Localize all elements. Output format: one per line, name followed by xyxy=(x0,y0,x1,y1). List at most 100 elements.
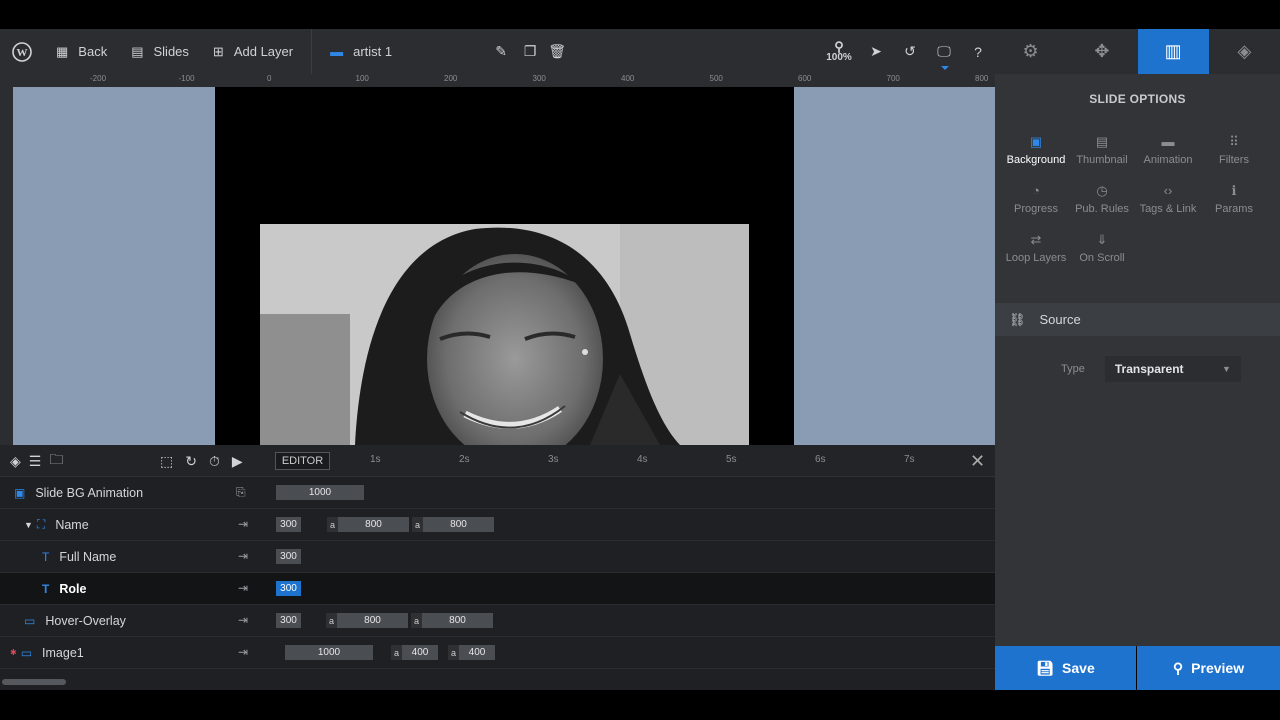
slide-option-thumbnail[interactable]: ▤ Thumbnail xyxy=(1069,134,1135,175)
slide-option-filters[interactable]: ⠿ Filters xyxy=(1201,134,1267,175)
timeline-bar[interactable]: 300 xyxy=(276,613,301,628)
editor-button[interactable]: EDITOR xyxy=(275,452,330,470)
desktop-icon[interactable]: 🖵︎ xyxy=(927,29,961,74)
timeline-scrollbar[interactable] xyxy=(0,677,995,690)
chevron-down-icon: ▼ xyxy=(1221,364,1231,374)
artist-photo[interactable] xyxy=(260,224,749,445)
slide-option-on-scroll[interactable]: ⇓ On Scroll xyxy=(1069,232,1135,273)
timeline-bar[interactable]: 1000 xyxy=(276,485,364,500)
save-button[interactable]: 💾︎ Save xyxy=(995,646,1136,690)
text-icon: T xyxy=(42,549,50,564)
ruler-tick-label: 800 xyxy=(975,74,989,83)
timeline-second-label: 2s xyxy=(459,454,470,465)
list-icon[interactable]: ☰ xyxy=(29,453,42,470)
timeline-row-role[interactable]: T Role ⇥ 300 xyxy=(0,573,995,605)
stopwatch-icon: ◔ xyxy=(1032,183,1040,198)
record-dot-icon: ✱ xyxy=(10,648,17,657)
slide-option-animation[interactable]: ▬ Animation xyxy=(1135,134,1201,175)
slide-selector[interactable]: ▬ artist 1 xyxy=(312,29,404,74)
timeline-bar[interactable]: 1000 xyxy=(285,645,373,660)
slides-button[interactable]: ▤ Slides xyxy=(119,29,201,74)
shape-icon: ▭ xyxy=(20,645,33,660)
wordpress-logo-button[interactable]: W xyxy=(0,29,44,74)
zoom-control[interactable]: ⚲ 100% xyxy=(819,29,859,74)
navigation-tab[interactable]: ✥ xyxy=(1066,29,1137,74)
add-layer-icon: ⊞ xyxy=(212,43,224,59)
scrollbar-thumb[interactable] xyxy=(2,679,66,685)
timeline-row-name[interactable]: ▼ ⛶ Name ⇥ 300 a 800 a 800 xyxy=(0,509,995,541)
slide-option-params[interactable]: ℹ Params xyxy=(1201,183,1267,224)
timeline-row-hover-overlay[interactable]: ▭ Hover-Overlay ⇥ 300 a 800 a 800 xyxy=(0,605,995,637)
timeline-row-full-name[interactable]: T Full Name ⇥ 300 xyxy=(0,541,995,573)
ruler-tick-label: 300 xyxy=(532,74,546,83)
slide-options-icon: ▥ xyxy=(1164,41,1182,61)
slide-options-tab[interactable]: ▥ xyxy=(1137,29,1209,74)
timer-icon[interactable]: ⏱︎ xyxy=(209,453,220,470)
slide-option-progress[interactable]: ◔ Progress xyxy=(1003,183,1069,224)
media-icon[interactable]: ⎘ xyxy=(236,485,246,500)
collapse-caret-icon[interactable]: ▼ xyxy=(24,520,33,530)
slide-option-background[interactable]: ▣ Background xyxy=(1003,134,1069,175)
ruler-tick-label: 200 xyxy=(444,74,458,83)
timeline-mid-controls: ⬚ ↻ ⏱︎ ▶ xyxy=(160,445,243,477)
add-layer-button[interactable]: ⊞ Add Layer xyxy=(201,29,305,74)
align-right-icon[interactable]: ⇥ xyxy=(238,645,248,659)
timeline-bar[interactable]: a 800 xyxy=(326,613,408,628)
help-icon[interactable]: ? xyxy=(961,29,995,74)
close-icon[interactable]: ✕ xyxy=(970,451,985,472)
wordpress-icon: W xyxy=(12,41,32,62)
play-icon[interactable]: ▶ xyxy=(232,453,243,470)
timeline-row-slide-bg[interactable]: ▣ Slide BG Animation ⎘ 1000 xyxy=(0,477,995,509)
undo-icon[interactable]: ↺ xyxy=(893,29,927,74)
ruler-tick-label: 0 xyxy=(267,74,272,83)
slide-options-panel: SLIDE OPTIONS ▣ Background ▤ Thumbnail ▬ Anim… xyxy=(995,74,1280,646)
timeline-bar[interactable]: a 800 xyxy=(327,517,409,532)
edit-icon[interactable]: ✎ xyxy=(484,29,518,74)
scroll-icon: ⇓ xyxy=(1096,232,1108,247)
layers-tab[interactable]: ◈ xyxy=(1209,29,1280,74)
duplicate-icon[interactable]: ❐ xyxy=(518,29,542,74)
type-select[interactable]: Transparent ▼ xyxy=(1104,356,1241,382)
timeline-bar[interactable]: a 800 xyxy=(411,613,493,628)
back-button[interactable]: ▦ Back xyxy=(44,29,119,74)
timeline-bar[interactable]: a 800 xyxy=(412,517,494,532)
slides-icon: ▤ xyxy=(131,43,144,59)
slide-option-loop-layers[interactable]: ⇄ Loop Layers xyxy=(1003,232,1069,273)
source-section-header[interactable]: ⛓︎ Source xyxy=(995,303,1280,336)
align-right-icon[interactable]: ⇥ xyxy=(238,581,248,595)
vertical-ruler xyxy=(0,87,13,445)
timeline-bar[interactable]: 300 xyxy=(276,581,301,596)
portrait-image xyxy=(260,224,749,445)
ruler-tick-label: 500 xyxy=(709,74,723,83)
timeline-bar[interactable]: 300 xyxy=(276,549,301,564)
info-icon: ℹ xyxy=(1231,183,1237,198)
timeline-bar[interactable]: 300 xyxy=(276,517,301,532)
clapper-icon: ▬ xyxy=(1161,134,1175,149)
shape-icon: ▭ xyxy=(24,613,36,628)
align-right-icon[interactable]: ⇥ xyxy=(238,549,248,563)
align-right-icon[interactable]: ⇥ xyxy=(238,517,248,531)
slide-option-pub-rules[interactable]: ◷ Pub. Rules xyxy=(1069,183,1135,224)
slide-canvas[interactable] xyxy=(13,87,995,445)
layers-icon[interactable]: ◈ xyxy=(10,453,21,470)
settings-tab[interactable]: ⚙ xyxy=(995,29,1066,74)
timeline-row-image1[interactable]: ✱ ▭ Image1 ⇥ 1000 a 400 a 400 xyxy=(0,637,995,669)
align-right-icon[interactable]: ⇥ xyxy=(238,613,248,627)
slide-icon: ▬ xyxy=(330,44,344,59)
timeline-bar[interactable]: a 400 xyxy=(391,645,438,660)
cursor-icon[interactable]: ➤ xyxy=(859,29,893,74)
grid-select-icon[interactable]: ⬚ xyxy=(160,453,173,470)
desktop-dropdown-caret xyxy=(941,66,949,70)
timeline-bar[interactable]: a 400 xyxy=(448,645,495,660)
bottom-band xyxy=(0,690,1280,720)
timeline-second-label: 1s xyxy=(370,454,381,465)
rewind-icon[interactable]: ↻ xyxy=(185,453,197,470)
timeline-second-label: 7s xyxy=(904,454,915,465)
folder-icon[interactable]: 🗀︎ xyxy=(49,449,63,473)
slide-option-tags-link[interactable]: ‹› Tags & Link xyxy=(1135,183,1201,224)
slide-area[interactable] xyxy=(215,87,794,445)
preview-button[interactable]: ⚲ Preview xyxy=(1137,646,1280,690)
delete-icon[interactable]: 🗑︎ xyxy=(542,29,572,74)
ruler-tick-label: 700 xyxy=(886,74,900,83)
ruler-tick-label: 400 xyxy=(621,74,635,83)
